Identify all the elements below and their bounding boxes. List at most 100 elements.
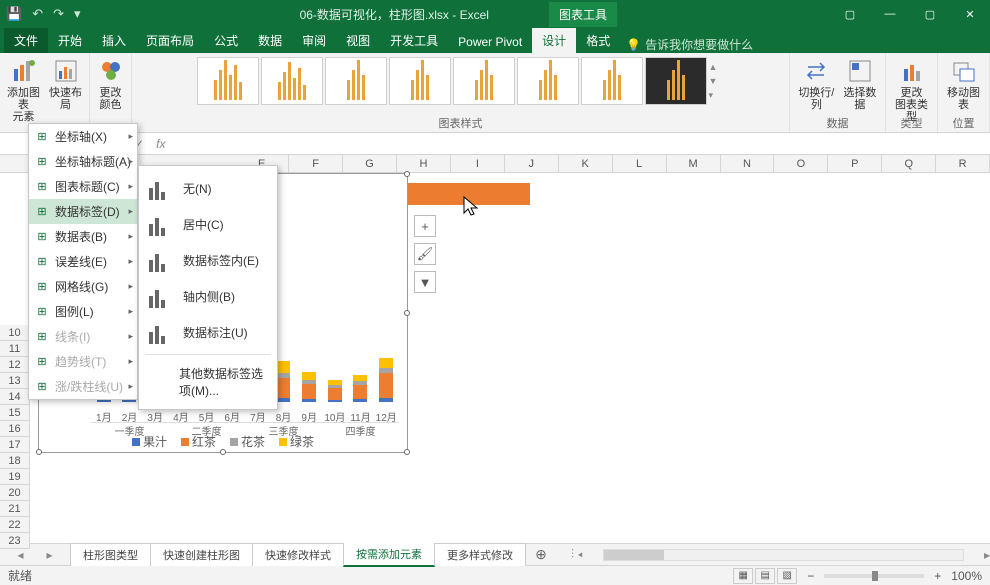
chart-style-1[interactable] <box>197 57 259 105</box>
menu-trendline[interactable]: ⊞趋势线(T)▸ <box>29 349 137 374</box>
col-header[interactable]: P <box>828 155 882 172</box>
col-header[interactable]: I <box>451 155 505 172</box>
col-header[interactable]: Q <box>882 155 936 172</box>
submenu-center[interactable]: 居中(C) <box>139 206 277 242</box>
menu-gridlines[interactable]: ⊞网格线(G)▸ <box>29 274 137 299</box>
row-header[interactable]: 14 <box>0 389 29 405</box>
minimize-button[interactable]: — <box>870 0 910 28</box>
chart-style-6[interactable] <box>517 57 579 105</box>
tab-home[interactable]: 开始 <box>48 28 92 53</box>
sheet-tab[interactable]: 更多样式修改 <box>434 543 526 566</box>
switch-row-col-button[interactable]: 切换行/列 <box>794 55 839 113</box>
sheet-nav[interactable]: ◂▸ <box>0 548 70 562</box>
ribbon-display-button[interactable]: ▢ <box>830 0 870 28</box>
select-all-corner[interactable] <box>0 155 29 172</box>
col-header[interactable]: F <box>289 155 343 172</box>
menu-updown-bars[interactable]: ⊞涨/跌柱线(U)▸ <box>29 374 137 399</box>
tab-design[interactable]: 设计 <box>532 28 576 53</box>
row-header[interactable]: 20 <box>0 485 29 501</box>
col-header[interactable]: L <box>613 155 667 172</box>
submenu-inside-end[interactable]: 数据标签内(E) <box>139 242 277 278</box>
sheet-tab[interactable]: 快速创建柱形图 <box>150 543 253 566</box>
submenu-none[interactable]: 无(N) <box>139 170 277 206</box>
row-header[interactable]: 12 <box>0 357 29 373</box>
chart-legend[interactable]: 果汁 红茶 花茶 绿茶 <box>39 433 407 450</box>
cell-grid[interactable]: ⊞坐标轴(X)▸ ⊞坐标轴标题(A)▸ ⊞图表标题(C)▸ ⊞数据标签(D)▸ … <box>30 173 990 543</box>
row-header[interactable]: 16 <box>0 421 29 437</box>
row-header[interactable]: 22 <box>0 517 29 533</box>
styles-more-button[interactable]: ▲▼▾ <box>709 57 725 105</box>
tab-insert[interactable]: 插入 <box>92 28 136 53</box>
row-header[interactable]: 23 <box>0 533 29 549</box>
row-header[interactable]: 19 <box>0 469 29 485</box>
chart-style-5[interactable] <box>453 57 515 105</box>
menu-error-bars[interactable]: ⊞误差线(E)▸ <box>29 249 137 274</box>
sheet-tab-active[interactable]: 按需添加元素 <box>343 542 435 567</box>
chart-styles-button[interactable]: 🖌 <box>414 243 436 265</box>
chart-styles-gallery[interactable]: ▲▼▾ <box>195 55 727 107</box>
col-header[interactable]: H <box>397 155 451 172</box>
titlebar: 💾 ↶ ↷ ▾ 06-数据可视化，柱形图.xlsx - Excel 图表工具 ▢… <box>0 0 990 28</box>
change-colors-button[interactable]: 更改 颜色 <box>90 55 132 113</box>
qat-more-icon[interactable]: ▾ <box>74 6 81 22</box>
chart-style-2[interactable] <box>261 57 323 105</box>
row-header[interactable]: 10 <box>0 325 29 341</box>
col-header[interactable]: G <box>343 155 397 172</box>
chart-elements-button[interactable]: + <box>414 215 436 237</box>
tab-dev[interactable]: 开发工具 <box>380 28 448 53</box>
tab-review[interactable]: 审阅 <box>292 28 336 53</box>
maximize-button[interactable]: ▢ <box>910 0 950 28</box>
sheet-tab[interactable]: 柱形图类型 <box>70 543 151 566</box>
chart-filters-button[interactable]: ▼ <box>414 271 436 293</box>
row-header[interactable]: 11 <box>0 341 29 357</box>
close-button[interactable]: ✕ <box>950 0 990 28</box>
chart-style-3[interactable] <box>325 57 387 105</box>
tab-data[interactable]: 数据 <box>248 28 292 53</box>
status-bar: 就绪 ▦ ▤ ▧ − + 100% <box>0 565 990 585</box>
submenu-more-options[interactable]: 其他数据标签选项(M)... <box>139 359 277 405</box>
quick-layout-button[interactable]: 快速布局 <box>45 55 87 125</box>
chart-style-8[interactable] <box>645 57 707 105</box>
undo-icon[interactable]: ↶ <box>32 6 43 22</box>
tab-format[interactable]: 格式 <box>576 28 620 53</box>
select-data-icon <box>846 57 874 85</box>
add-chart-element-button[interactable]: 添加图表 元素 <box>3 55 45 125</box>
menu-legend[interactable]: ⊞图例(L)▸ <box>29 299 137 324</box>
col-header[interactable]: M <box>667 155 721 172</box>
tell-me[interactable]: 💡告诉我你想要做什么 <box>626 36 753 53</box>
chart-style-7[interactable] <box>581 57 643 105</box>
row-header[interactable]: 21 <box>0 501 29 517</box>
menu-data-labels[interactable]: ⊞数据标签(D)▸ <box>29 199 137 224</box>
tab-powerpivot[interactable]: Power Pivot <box>448 31 532 53</box>
save-icon[interactable]: 💾 <box>6 6 22 22</box>
sheet-tab[interactable]: 快速修改样式 <box>252 543 344 566</box>
select-data-button[interactable]: 选择数据 <box>839 55 881 113</box>
menu-axis[interactable]: ⊞坐标轴(X)▸ <box>29 124 137 149</box>
fx-icon[interactable]: fx <box>152 137 169 151</box>
redo-icon[interactable]: ↷ <box>53 6 64 22</box>
tab-formula[interactable]: 公式 <box>204 28 248 53</box>
row-header[interactable]: 17 <box>0 437 29 453</box>
menu-data-table[interactable]: ⊞数据表(B)▸ <box>29 224 137 249</box>
col-header[interactable]: K <box>559 155 613 172</box>
col-header[interactable]: O <box>774 155 828 172</box>
add-sheet-button[interactable]: ⊕ <box>531 546 551 563</box>
horizontal-scrollbar[interactable] <box>603 549 964 561</box>
tab-file[interactable]: 文件 <box>4 28 48 53</box>
chart-styles-label: 图表样式 <box>132 115 789 131</box>
row-header[interactable]: 15 <box>0 405 29 421</box>
col-header[interactable]: J <box>505 155 559 172</box>
menu-chart-title[interactable]: ⊞图表标题(C)▸ <box>29 174 137 199</box>
col-header[interactable]: N <box>721 155 775 172</box>
tab-page-layout[interactable]: 页面布局 <box>136 28 204 53</box>
col-header[interactable]: R <box>936 155 990 172</box>
menu-axis-title[interactable]: ⊞坐标轴标题(A)▸ <box>29 149 137 174</box>
row-header[interactable]: 18 <box>0 453 29 469</box>
row-header[interactable]: 13 <box>0 373 29 389</box>
submenu-callout[interactable]: 数据标注(U) <box>139 314 277 350</box>
menu-lines[interactable]: ⊞线条(I)▸ <box>29 324 137 349</box>
chart-style-4[interactable] <box>389 57 451 105</box>
move-chart-button[interactable]: 移动图表 <box>942 55 985 113</box>
submenu-inside-base[interactable]: 轴内侧(B) <box>139 278 277 314</box>
tab-view[interactable]: 视图 <box>336 28 380 53</box>
